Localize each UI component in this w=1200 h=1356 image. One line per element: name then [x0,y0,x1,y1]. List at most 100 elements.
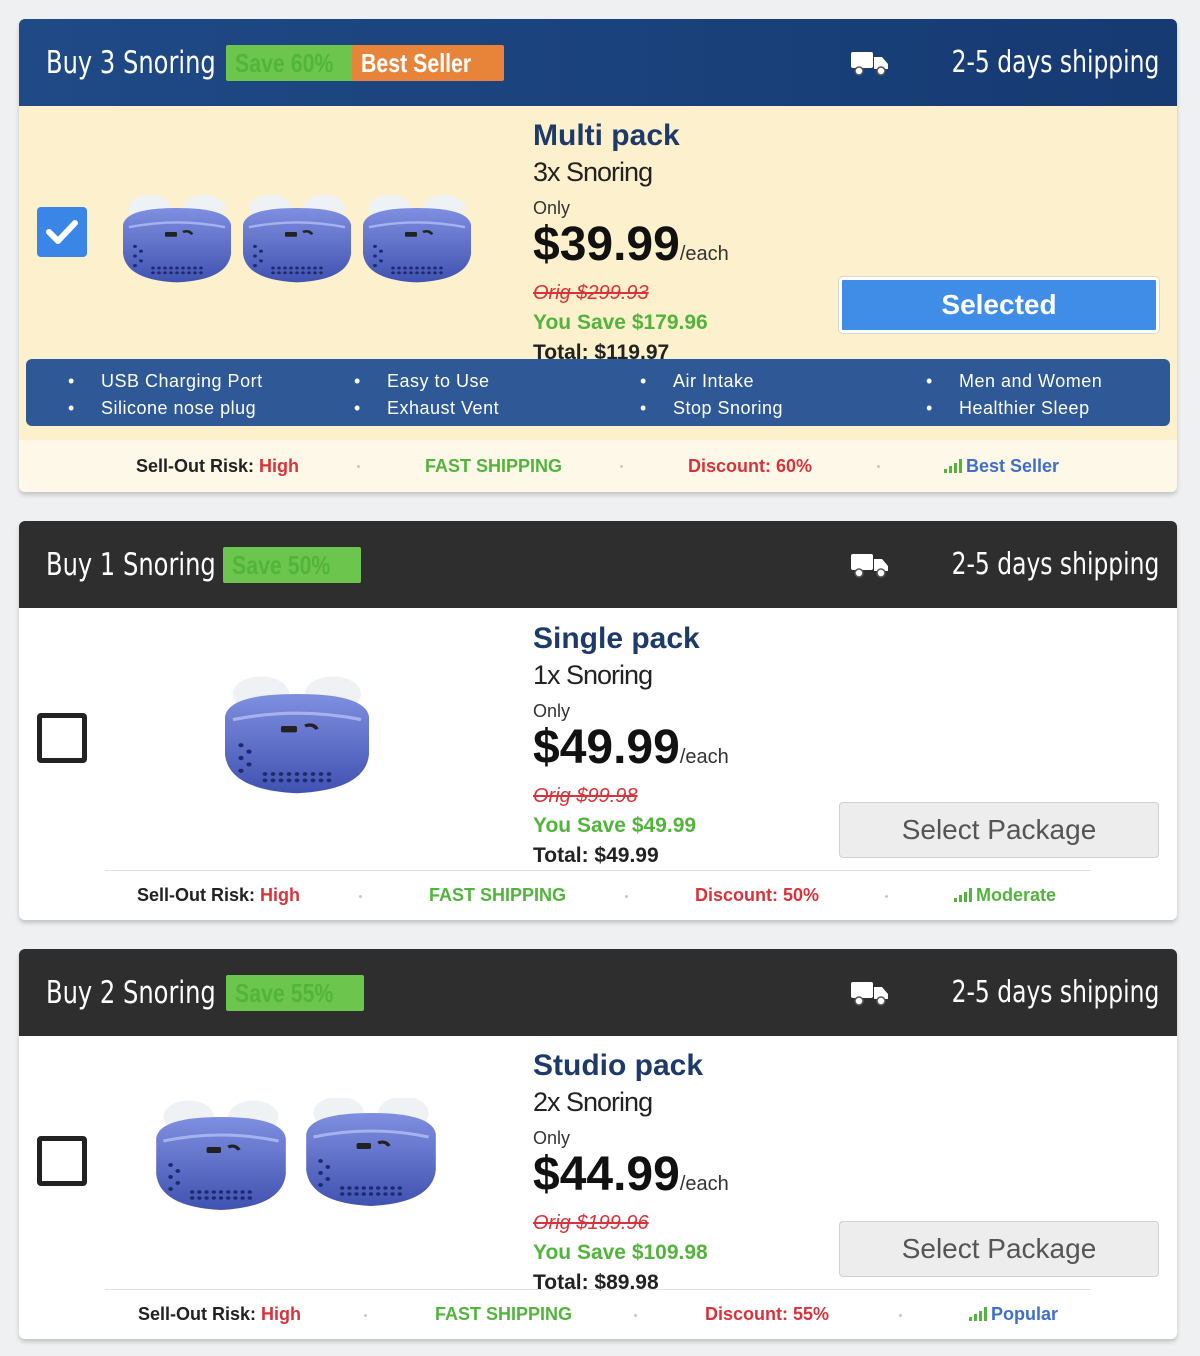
stats-bar: Sell-Out Risk: High FAST SHIPPING Discou… [19,870,1177,920]
card-title: Buy 2 Snoring [46,974,216,1011]
select-package-button[interactable]: Select Package [839,802,1159,858]
original-price: Orig $99.98 [533,785,638,807]
card-header: Buy 1 Snoring Save 50% 2-5 days shipping [19,521,1177,608]
original-price: Orig $199.96 [533,1212,649,1234]
save-badge: Save 55% [226,975,364,1011]
shipping-text: 2-5 days shipping [951,975,1159,1010]
shipping-info: 2-5 days shipping [850,19,1159,106]
separator-dot [634,1314,637,1317]
nose-device-icon [304,1098,438,1208]
shipping-info: 2-5 days shipping [850,521,1159,608]
truck-icon [850,552,889,578]
pack-subtitle: 2x Snoring [533,1087,653,1117]
savings: You Save $179.96 [533,311,708,334]
sell-out-risk: Sell-Out Risk: High [138,1303,302,1324]
sell-out-risk: Sell-Out Risk: High [137,884,301,905]
product-image [121,193,473,284]
package-checkbox[interactable] [37,207,87,257]
separator-dot [885,895,888,898]
separator-dot [620,465,623,468]
package-checkbox[interactable] [37,713,87,763]
fast-shipping: FAST SHIPPING [435,1303,573,1324]
feature-column: Easy to Use Exhaust Vent [312,368,598,426]
product-image [223,676,371,796]
feature-item: Easy to Use [354,368,598,395]
package-card-multi[interactable]: Buy 3 Snoring Save 60% Best Seller 2-5 d… [19,19,1177,492]
feature-item: USB Charging Port [68,368,312,395]
price: $44.99/each [533,1148,729,1201]
nose-device-icon [223,676,371,796]
separator-dot [357,465,360,468]
price: $39.99/each [533,218,729,271]
feature-item: Healthier Sleep [926,395,1170,422]
savings: You Save $109.98 [533,1241,708,1264]
nose-device-icon [154,1098,288,1212]
package-info: Single pack 1x Snoring Only $49.99/each … [533,622,729,868]
card-title: Buy 1 Snoring [46,546,216,583]
fast-shipping: FAST SHIPPING [425,455,563,476]
feature-column: Men and Women Healthier Sleep [884,368,1170,426]
only-label: Only [533,198,571,218]
card-header: Buy 3 Snoring Save 60% Best Seller 2-5 d… [19,19,1177,106]
shipping-info: 2-5 days shipping [850,949,1159,1036]
signal-bars-icon [944,458,962,473]
savings: You Save $49.99 [533,814,697,837]
discount: Discount: 55% [705,1303,830,1324]
feature-item: Silicone nose plug [68,395,312,422]
truck-icon [850,980,889,1006]
shipping-text: 2-5 days shipping [951,45,1159,80]
save-badge: Save 60% [226,45,364,81]
truck-icon [850,50,889,76]
card-header: Buy 2 Snoring Save 55% 2-5 days shipping [19,949,1177,1036]
per-unit-label: /each [679,1173,729,1195]
sell-out-risk: Sell-Out Risk: High [136,455,300,476]
pack-subtitle: 1x Snoring [533,660,653,690]
pack-name: Single pack [533,622,700,655]
popularity: Popular [969,1304,1058,1325]
package-info: Multi pack 3x Snoring Only $39.99/each O… [533,119,729,365]
card-title: Buy 3 Snoring [46,44,216,81]
feature-item: Men and Women [926,368,1170,395]
package-checkbox[interactable] [37,1136,87,1186]
nose-device-icon [121,193,233,284]
discount: Discount: 50% [695,884,820,905]
package-card-single[interactable]: Buy 1 Snoring Save 50% 2-5 days shipping… [19,521,1177,920]
card-body: Single pack 1x Snoring Only $49.99/each … [19,608,1177,920]
check-icon [46,220,78,244]
separator-dot [877,465,880,468]
only-label: Only [533,701,571,721]
product-image [154,1098,438,1212]
card-body: Studio pack 2x Snoring Only $44.99/each … [19,1036,1177,1339]
package-info: Studio pack 2x Snoring Only $44.99/each … [533,1049,729,1295]
feature-column: Air Intake Stop Snoring [598,368,884,426]
stats-bar: Sell-Out Risk: High FAST SHIPPING Discou… [19,1289,1177,1339]
total-price: Total: $49.99 [533,844,659,867]
package-card-studio[interactable]: Buy 2 Snoring Save 55% 2-5 days shipping… [19,949,1177,1339]
per-unit-label: /each [679,746,729,768]
card-body: Multi pack 3x Snoring Only $39.99/each O… [19,106,1177,492]
popularity: Moderate [954,885,1056,906]
separator-dot [359,895,362,898]
separator-dot [625,895,628,898]
separator-dot [364,1314,367,1317]
select-package-button[interactable]: Select Package [839,1221,1159,1277]
pack-name: Multi pack [533,119,680,152]
best-seller-badge: Best Seller [352,45,505,81]
nose-device-icon [361,193,473,284]
discount: Discount: 60% [688,455,813,476]
feature-item: Exhaust Vent [354,395,598,422]
stats-bar: Sell-Out Risk: High FAST SHIPPING Discou… [19,440,1177,492]
pack-subtitle: 3x Snoring [533,157,653,187]
shipping-text: 2-5 days shipping [951,547,1159,582]
feature-column: USB Charging Port Silicone nose plug [26,368,312,426]
separator-dot [899,1314,902,1317]
selected-button[interactable]: Selected [839,277,1159,333]
per-unit-label: /each [679,243,729,265]
save-badge: Save 50% [223,547,361,583]
feature-list: USB Charging Port Silicone nose plug Eas… [26,359,1170,426]
pack-name: Studio pack [533,1049,704,1082]
feature-item: Air Intake [640,368,884,395]
signal-bars-icon [969,1306,987,1321]
nose-device-icon [241,193,353,284]
popularity: Best Seller [944,456,1059,477]
